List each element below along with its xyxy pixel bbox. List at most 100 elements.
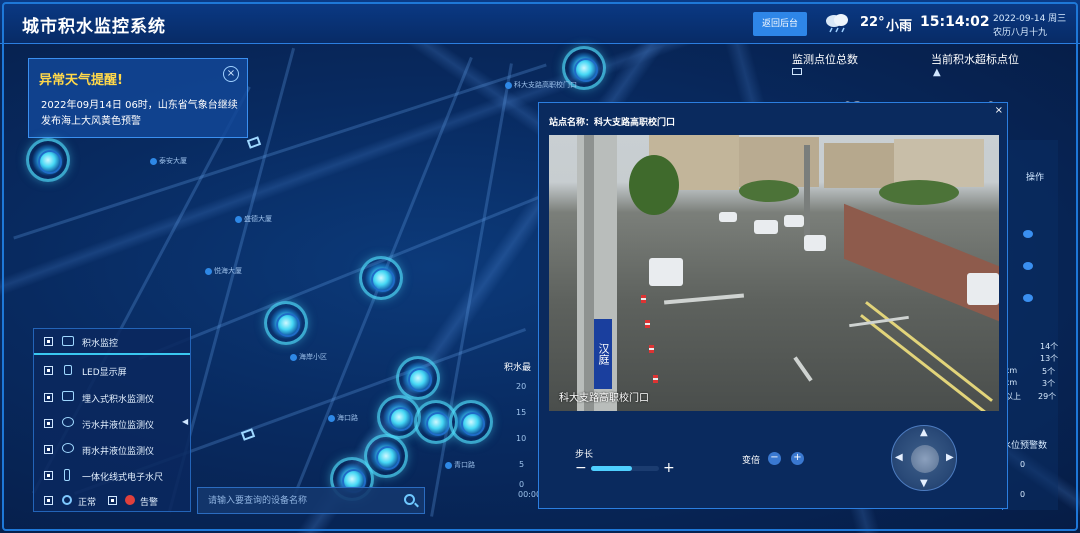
sewer-icon — [62, 417, 74, 427]
chart-title: 积水最 — [504, 363, 532, 373]
map-poi: 青口路 — [445, 460, 475, 470]
video-popup: 站点名称：科大支路高职校门口 × 汉庭 科大支路高职校门口 步长 − + 变倍 … — [538, 102, 1008, 509]
layer-checkbox[interactable] — [44, 337, 53, 346]
temperature: 22° — [860, 15, 885, 30]
layer-checkbox[interactable] — [44, 445, 53, 454]
axis-tick: 15 — [516, 408, 527, 417]
locate-icon[interactable] — [1023, 294, 1033, 302]
bell-icon: ▲ — [933, 67, 941, 78]
step-slider-fill — [591, 466, 632, 471]
monitor-point-marker[interactable] — [367, 437, 405, 475]
app-title: 城市积水监控系统 — [22, 17, 166, 37]
layer-item-rainwell[interactable]: 雨水井液位监测仪 — [82, 444, 154, 457]
ptz-left-icon[interactable]: ◀ — [895, 452, 903, 463]
sensor-icon — [62, 391, 74, 401]
rain-well-icon — [62, 443, 74, 453]
level-value: 13个 — [1040, 354, 1059, 363]
alert-title: 异常天气提醒! — [39, 73, 123, 88]
layer-header[interactable]: 积水监控 — [34, 329, 190, 355]
axis-tick: 0 — [519, 480, 525, 489]
step-decrease-button[interactable]: − — [575, 460, 587, 476]
date: 2022-09-14 周三 — [993, 14, 1067, 24]
step-increase-button[interactable]: + — [663, 460, 675, 476]
alert-line-2: 发布海上大风黄色预警 — [41, 116, 141, 127]
layer-item-embedded[interactable]: 埋入式积水监测仪 — [82, 392, 154, 405]
level-value: 29个 — [1038, 392, 1057, 401]
ptz-up-icon[interactable]: ▲ — [920, 427, 928, 438]
level-value: 14个 — [1040, 342, 1059, 351]
lunar-date: 农历八月十九 — [993, 28, 1048, 38]
device-search — [197, 487, 425, 514]
led-icon — [64, 365, 72, 375]
monitor-point-marker[interactable] — [399, 359, 437, 397]
legend-checkbox[interactable] — [44, 496, 53, 505]
list-icon — [792, 68, 802, 75]
warning-value: 0 — [1020, 460, 1026, 469]
shop-sign: 汉庭 — [594, 319, 612, 389]
close-icon[interactable]: × — [995, 105, 1003, 116]
alarm-status-icon — [125, 495, 135, 505]
zoom-out-button[interactable]: − — [768, 452, 781, 465]
level-value: 3个 — [1042, 379, 1056, 388]
close-icon[interactable]: × — [223, 66, 239, 82]
monitor-point-marker[interactable] — [452, 403, 490, 441]
cloud-rain-icon — [826, 14, 848, 33]
legend-checkbox[interactable] — [108, 496, 117, 505]
over-label: 当前积水超标点位 — [931, 53, 1019, 66]
clock: 15:14:02 — [920, 14, 990, 30]
alert-line-1: 2022年09月14日 06时，山东省气象台继续 — [41, 100, 238, 111]
ptz-down-icon[interactable]: ▼ — [920, 478, 928, 489]
weather-text: 小雨 — [886, 19, 913, 34]
operation-label: 操作 — [1026, 173, 1045, 183]
layer-item-sewer[interactable]: 污水井液位监测仪 — [82, 418, 154, 431]
map-poi: 盛德大厦 — [235, 214, 272, 224]
search-icon[interactable] — [404, 494, 415, 505]
device-layer-panel: 积水监控 LED显示屏 埋入式积水监测仪 污水井液位监测仪 雨水井液位监测仪 一… — [33, 328, 191, 512]
legend-alarm: 告警 — [140, 498, 159, 508]
video-caption: 科大支路高职校门口 — [559, 393, 649, 404]
axis-tick: 20 — [516, 382, 527, 391]
monitor-total-label: 监测点位总数 — [792, 53, 858, 66]
layer-item-ruler[interactable]: 一体化线式电子水尺 — [82, 470, 163, 483]
zoom-in-button[interactable]: + — [791, 452, 804, 465]
right-panel — [1002, 140, 1058, 510]
step-slider[interactable] — [591, 466, 659, 471]
zoom-label: 变倍 — [742, 456, 761, 466]
map-poi: 悦海大厦 — [205, 266, 242, 276]
map-poi: 海口路 — [328, 413, 358, 423]
back-button[interactable]: 返回后台 — [753, 12, 807, 36]
monitor-point-marker[interactable] — [29, 141, 67, 179]
layer-checkbox[interactable] — [44, 471, 53, 480]
layer-item-led[interactable]: LED显示屏 — [82, 365, 127, 378]
ptz-control: ▲ ▼ ◀ ▶ — [891, 425, 957, 491]
warning-value: 0 — [1020, 490, 1026, 499]
weather-alert: 异常天气提醒! × 2022年09月14日 06时，山东省气象台继续 发布海上大… — [28, 58, 248, 138]
layer-checkbox[interactable] — [44, 393, 53, 402]
step-label: 步长 — [575, 450, 594, 460]
search-input[interactable] — [208, 494, 398, 508]
collapse-arrow-icon[interactable]: ◀ — [182, 417, 188, 426]
monitor-point-marker[interactable] — [380, 398, 418, 436]
map-poi: 泰安大厦 — [150, 156, 187, 166]
camera-feed[interactable]: 汉庭 科大支路高职校门口 — [549, 135, 999, 411]
ptz-right-icon[interactable]: ▶ — [946, 452, 954, 463]
legend-normal: 正常 — [78, 498, 97, 508]
camera-icon — [62, 336, 74, 346]
monitor-point-marker[interactable] — [362, 259, 400, 297]
layer-header-label: 积水监控 — [82, 339, 119, 349]
level-value: 5个 — [1042, 367, 1056, 376]
monitor-point-marker[interactable] — [417, 403, 455, 441]
locate-icon[interactable] — [1023, 230, 1033, 238]
normal-status-icon — [62, 495, 72, 505]
axis-tick: 5 — [519, 460, 525, 469]
locate-icon[interactable] — [1023, 262, 1033, 270]
ptz-center-button[interactable] — [911, 445, 939, 473]
map-poi: 海岸小区 — [290, 352, 327, 362]
map-poi: 科大支路高职校门口 — [505, 80, 577, 90]
axis-tick: 10 — [516, 434, 527, 443]
layer-checkbox[interactable] — [44, 419, 53, 428]
layer-checkbox[interactable] — [44, 366, 53, 375]
monitor-point-marker[interactable] — [267, 304, 305, 342]
video-title: 站点名称：科大支路高职校门口 — [549, 118, 676, 128]
warning-label: 水位预警数 — [1002, 441, 1048, 451]
